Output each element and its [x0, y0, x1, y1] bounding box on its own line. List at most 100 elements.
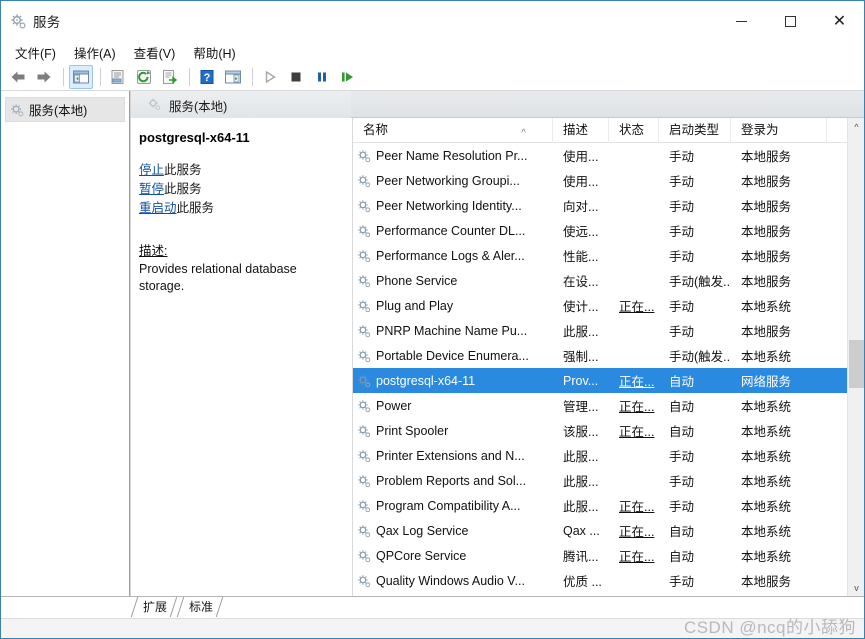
- table-row[interactable]: Quality Windows Audio V... 优质 ... 手动 本地服务: [353, 568, 864, 593]
- cell-log-on-as: 本地系统: [741, 425, 792, 439]
- pane-header-label: 服务(本地): [169, 100, 228, 114]
- service-name-label: Problem Reports and Sol...: [376, 473, 527, 488]
- maximize-button[interactable]: [766, 1, 815, 41]
- cell-startup-type: 手动: [669, 475, 695, 489]
- menu-file[interactable]: 文件(F): [7, 41, 64, 64]
- column-header-log-on-as[interactable]: 登录为: [731, 118, 827, 143]
- table-row[interactable]: Printer Extensions and N... 此服... 手动 本地系统: [353, 443, 864, 468]
- table-row[interactable]: Problem Reports and Sol... 此服... 手动 本地系统: [353, 468, 864, 493]
- cell-service-name: Program Compatibility A...: [353, 499, 553, 513]
- list-vertical-scrollbar[interactable]: ^ v: [847, 118, 864, 596]
- table-row[interactable]: Peer Name Resolution Pr... 使用... 手动 本地服务: [353, 143, 864, 168]
- refresh-icon[interactable]: [132, 65, 156, 89]
- cell-log-on-as: 本地系统: [741, 300, 792, 314]
- tree-node-label: 服务(本地): [29, 104, 88, 118]
- menu-bar: 文件(F) 操作(A) 查看(V) 帮助(H): [1, 41, 864, 63]
- cell-status: 正在...: [619, 525, 655, 539]
- cell-startup-type: 手动(触发...: [669, 350, 731, 364]
- service-name-label: Performance Counter DL...: [376, 223, 526, 238]
- table-row[interactable]: Print Spooler 该服... 正在... 自动 本地系统: [353, 418, 864, 443]
- cell-log-on-as: 本地服务: [741, 275, 792, 289]
- cell-service-name: Portable Device Enumera...: [353, 349, 553, 363]
- table-row[interactable]: Performance Counter DL... 使远... 手动 本地服务: [353, 218, 864, 243]
- cell-description: 在设...: [563, 275, 599, 289]
- help-icon[interactable]: ?: [195, 65, 219, 89]
- separator-1: [63, 67, 64, 86]
- cell-status: 正在...: [619, 400, 655, 414]
- service-gear-icon: [357, 249, 371, 263]
- services-gear-icon: [147, 97, 161, 111]
- scroll-up-arrow-icon[interactable]: ^: [848, 118, 864, 135]
- service-name-label: Quality Windows Audio V...: [376, 573, 525, 588]
- pause-service-link[interactable]: 暂停: [139, 182, 164, 196]
- cell-description: Qax ...: [563, 523, 600, 538]
- minimize-icon: [736, 20, 747, 22]
- table-row[interactable]: Portable Device Enumera... 强制... 手动(触发... 本…: [353, 343, 864, 368]
- menu-action[interactable]: 操作(A): [66, 41, 124, 64]
- pause-service-icon[interactable]: [310, 65, 334, 89]
- table-row[interactable]: QPCore Service 腾讯... 正在... 自动 本地系统: [353, 543, 864, 568]
- table-row[interactable]: Peer Networking Identity... 向对... 手动 本地服务: [353, 193, 864, 218]
- restart-service-row: 重启动此服务: [139, 199, 342, 218]
- cell-description: 此服...: [563, 500, 599, 514]
- pause-service-suffix: 此服务: [164, 182, 202, 196]
- table-row[interactable]: Performance Logs & Aler... 性能... 手动 本地服务: [353, 243, 864, 268]
- view-tabs: 扩展 标准: [1, 596, 864, 618]
- tree-node-services-local[interactable]: 服务(本地): [5, 97, 125, 122]
- show-hide-console-tree-icon[interactable]: [69, 64, 93, 89]
- cell-service-name: Printer Extensions and N...: [353, 449, 553, 463]
- cell-startup-type: 手动: [669, 150, 695, 164]
- start-service-icon[interactable]: [258, 65, 282, 89]
- cell-log-on-as: 本地系统: [741, 550, 792, 564]
- cell-service-name: PNRP Machine Name Pu...: [353, 324, 553, 338]
- service-name-label: Program Compatibility A...: [376, 498, 521, 513]
- close-button[interactable]: ✕: [815, 1, 864, 41]
- cell-log-on-as: 本地系统: [741, 400, 792, 414]
- restart-service-link[interactable]: 重启动: [139, 201, 177, 215]
- table-row[interactable]: Peer Networking Groupi... 使用... 手动 本地服务: [353, 168, 864, 193]
- minimize-button[interactable]: [717, 1, 766, 41]
- back-arrow-icon[interactable]: [6, 65, 30, 89]
- cell-description: 该服...: [563, 425, 599, 439]
- show-action-pane-icon[interactable]: [221, 65, 245, 89]
- stop-service-link[interactable]: 停止: [139, 163, 164, 177]
- column-header-description[interactable]: 描述: [553, 118, 609, 143]
- cell-service-name: Performance Logs & Aler...: [353, 249, 553, 263]
- column-header-name[interactable]: 名称 ^: [353, 118, 553, 143]
- service-name-label: Qax Log Service: [376, 523, 469, 538]
- cell-log-on-as: 本地服务: [741, 150, 792, 164]
- column-header-startup-type[interactable]: 启动类型: [659, 118, 731, 143]
- column-header-status[interactable]: 状态: [609, 118, 659, 143]
- cell-service-name: Qax Log Service: [353, 524, 553, 538]
- tab-standard[interactable]: 标准: [177, 597, 224, 617]
- stop-service-icon[interactable]: [284, 65, 308, 89]
- cell-description: Prov...: [563, 373, 599, 388]
- export-list-icon[interactable]: [158, 65, 182, 89]
- forward-arrow-icon[interactable]: [32, 65, 56, 89]
- menu-view[interactable]: 查看(V): [126, 41, 184, 64]
- cell-startup-type: 手动: [669, 300, 695, 314]
- menu-help[interactable]: 帮助(H): [185, 41, 243, 64]
- service-gear-icon: [357, 499, 371, 513]
- cell-startup-type: 手动: [669, 325, 695, 339]
- table-row[interactable]: PNRP Machine Name Pu... 此服... 手动 本地服务: [353, 318, 864, 343]
- cell-log-on-as: 本地系统: [741, 450, 792, 464]
- properties-icon[interactable]: [106, 65, 130, 89]
- service-name-label: Power: [376, 398, 412, 413]
- scrollbar-thumb[interactable]: [849, 340, 864, 388]
- close-icon: ✕: [832, 11, 847, 30]
- cell-service-name: Plug and Play: [353, 299, 553, 313]
- table-row[interactable]: Phone Service 在设... 手动(触发... 本地服务: [353, 268, 864, 293]
- tab-extended[interactable]: 扩展: [131, 597, 177, 617]
- table-row[interactable]: Plug and Play 使计... 正在... 手动 本地系统: [353, 293, 864, 318]
- table-row[interactable]: Power 管理... 正在... 自动 本地系统: [353, 393, 864, 418]
- cell-service-name: QPCore Service: [353, 549, 553, 563]
- table-row[interactable]: Qax Log Service Qax ... 正在... 自动 本地系统: [353, 518, 864, 543]
- table-row[interactable]: Program Compatibility A... 此服... 正在... 手动 本地…: [353, 493, 864, 518]
- services-window: 服务 ✕ 文件(F) 操作(A) 查看(V) 帮助(H) ? 服务(本地) 服务…: [0, 0, 865, 639]
- scroll-down-arrow-icon[interactable]: v: [848, 579, 864, 596]
- table-row[interactable]: postgresql-x64-11 Prov... 正在... 自动 网络服务: [353, 368, 864, 393]
- restart-service-icon[interactable]: [336, 65, 360, 89]
- cell-service-name: Print Spooler: [353, 424, 553, 438]
- cell-service-name: Peer Networking Groupi...: [353, 174, 553, 188]
